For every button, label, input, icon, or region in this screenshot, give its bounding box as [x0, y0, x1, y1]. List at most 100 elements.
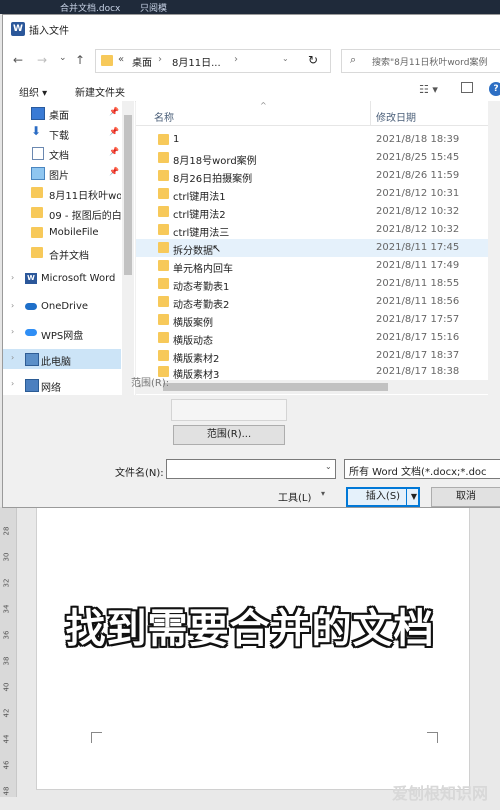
navigation-scrollbar-thumb[interactable]: [124, 115, 132, 275]
file-date: 2021/8/17 17:57: [376, 314, 460, 325]
file-name: 横版案例: [173, 318, 213, 329]
sidebar-item-downloads[interactable]: ⬇ 下载 📌: [3, 123, 121, 143]
file-row[interactable]: 动态考勤表12021/8/11 18:55文: [136, 275, 500, 293]
word-title-bar: 合并文档.docx 只阅模: [0, 0, 500, 14]
file-date: 2021/8/11 17:49: [376, 260, 460, 271]
folder-icon: [31, 187, 43, 198]
sidebar-item-network[interactable]: › 网络: [3, 375, 121, 395]
mouse-cursor-icon: ↖: [212, 242, 222, 255]
sidebar-item-label: 下载: [49, 131, 69, 142]
address-bar[interactable]: « 桌面 › 8月11日... › ⌄ ↻: [95, 49, 331, 73]
word-tab-mode: 只阅模: [140, 4, 168, 14]
organize-button[interactable]: 组织 ▾: [19, 84, 47, 99]
file-row[interactable]: ctrl键用法12021/8/12 10:31文: [136, 185, 500, 203]
view-icon[interactable]: ☷ ▾: [419, 83, 438, 96]
chevron-right-icon: ›: [11, 301, 15, 310]
file-row[interactable]: ctrl键用法22021/8/12 10:32文: [136, 203, 500, 221]
file-name: ctrl键用法1: [173, 192, 226, 203]
picture-icon: [31, 167, 45, 180]
search-placeholder: 搜索"8月11日秋叶word案例: [372, 58, 488, 68]
search-input[interactable]: ⌕ 搜索"8月11日秋叶word案例: [341, 49, 500, 73]
vertical-scrollbar[interactable]: [488, 101, 500, 395]
sidebar-item-desktop[interactable]: 桌面 📌: [3, 103, 121, 123]
recent-locations-icon[interactable]: ⌄: [59, 53, 67, 63]
file-row[interactable]: 动态考勤表22021/8/11 18:56文: [136, 293, 500, 311]
file-name: 单元格内回车: [173, 264, 233, 275]
up-folder-icon[interactable]: ↑: [75, 53, 85, 67]
sidebar-item-label: 图片: [49, 171, 69, 182]
horizontal-scrollbar-thumb[interactable]: [163, 383, 388, 391]
file-row[interactable]: ctrl键用法三2021/8/12 10:32文: [136, 221, 500, 239]
sidebar-item-pictures[interactable]: 图片 📌: [3, 163, 121, 183]
range-field: [171, 399, 287, 421]
chevron-down-icon[interactable]: ▾: [321, 489, 325, 498]
new-folder-button[interactable]: 新建文件夹: [75, 84, 125, 99]
folder-icon: [31, 207, 43, 218]
breadcrumb-folder[interactable]: 8月11日...: [172, 54, 221, 69]
help-icon[interactable]: ?: [489, 82, 500, 96]
range-button[interactable]: 范围(R)...: [173, 425, 285, 445]
sidebar-item-folder[interactable]: 09 - 抠图后的白: [3, 203, 121, 223]
desktop-icon: [31, 107, 45, 120]
pin-icon: 📌: [109, 127, 119, 136]
file-row[interactable]: 横版动态2021/8/17 15:16文: [136, 329, 500, 347]
back-icon[interactable]: ←: [13, 53, 23, 67]
cloud-icon: [25, 329, 37, 336]
ruler-number: 38: [2, 656, 11, 666]
column-header-name[interactable]: 名称: [154, 109, 174, 124]
forward-icon[interactable]: →: [37, 53, 47, 67]
folder-icon: [158, 314, 169, 325]
file-name: 8月26日拍摄案例: [173, 174, 253, 185]
column-header-modified[interactable]: 修改日期: [376, 109, 416, 124]
sidebar-item-label: WPS网盘: [41, 331, 84, 342]
sidebar-item-word[interactable]: › W Microsoft Word: [3, 269, 121, 289]
sidebar-item-label: 网络: [41, 383, 61, 394]
file-row[interactable]: 单元格内回车2021/8/11 17:49文: [136, 257, 500, 275]
sidebar-item-label: OneDrive: [41, 301, 89, 312]
chevron-down-icon[interactable]: ⌄: [282, 54, 289, 63]
sidebar-item-onedrive[interactable]: › OneDrive: [3, 297, 121, 317]
tools-menu[interactable]: 工具(L): [278, 489, 311, 504]
folder-icon: [158, 296, 169, 307]
file-row[interactable]: 8月26日拍摄案例2021/8/26 11:59文: [136, 167, 500, 185]
file-date: 2021/8/26 11:59: [376, 170, 460, 181]
sidebar-item-this-pc[interactable]: › 此电脑: [3, 349, 121, 369]
folder-icon: [158, 350, 169, 361]
sidebar-item-folder[interactable]: 合并文档: [3, 243, 121, 263]
insert-button[interactable]: 插入(S) ▼: [346, 487, 420, 507]
folder-icon: [158, 278, 169, 289]
file-row[interactable]: 8月18号word案例2021/8/25 15:45文: [136, 149, 500, 167]
breadcrumb-desktop[interactable]: 桌面: [132, 54, 152, 69]
file-type-select[interactable]: 所有 Word 文档(*.docx;*.doc: [344, 459, 500, 479]
file-row[interactable]: 12021/8/18 18:39文: [136, 131, 500, 149]
file-row[interactable]: 横版案例2021/8/17 17:57文: [136, 311, 500, 329]
file-date: 2021/8/25 15:45: [376, 152, 460, 163]
cancel-button[interactable]: 取消: [431, 487, 500, 507]
file-name: 横版素材3: [173, 370, 220, 381]
download-icon: ⬇: [31, 124, 42, 138]
filename-input[interactable]: ⌄: [166, 459, 336, 479]
chevron-down-icon[interactable]: ⌄: [325, 462, 332, 471]
file-name: 8月18号word案例: [173, 156, 257, 167]
refresh-icon[interactable]: ↻: [308, 53, 318, 67]
breadcrumb-overflow[interactable]: «: [118, 54, 124, 65]
pane-icon[interactable]: [461, 82, 473, 93]
file-row[interactable]: 横版素材32021/8/17 18:38文: [136, 363, 500, 381]
margin-corner-mark: [91, 732, 102, 743]
folder-icon: [158, 224, 169, 235]
sidebar-item-label: 8月11日秋叶wo: [49, 191, 121, 202]
sidebar-item-folder[interactable]: MobileFile: [3, 223, 121, 243]
dialog-toolbar: 组织 ▾ 新建文件夹 ☷ ▾ ?: [3, 77, 500, 102]
sidebar-item-folder[interactable]: 8月11日秋叶wo: [3, 183, 121, 203]
document-icon: [32, 147, 44, 160]
ruler-number: 42: [2, 708, 11, 718]
sidebar-item-wps[interactable]: › WPS网盘: [3, 323, 121, 343]
chevron-right-icon: ›: [11, 379, 15, 388]
folder-icon: [158, 134, 169, 145]
file-type-value: 所有 Word 文档(*.docx;*.doc: [349, 467, 487, 478]
sidebar-item-label: 09 - 抠图后的白: [49, 211, 121, 222]
insert-dropdown-icon[interactable]: ▼: [406, 489, 421, 505]
file-date: 2021/8/12 10:31: [376, 188, 460, 199]
file-row-hovered[interactable]: 拆分数据2021/8/11 17:45文↖: [136, 239, 500, 257]
sidebar-item-documents[interactable]: 文档 📌: [3, 143, 121, 163]
